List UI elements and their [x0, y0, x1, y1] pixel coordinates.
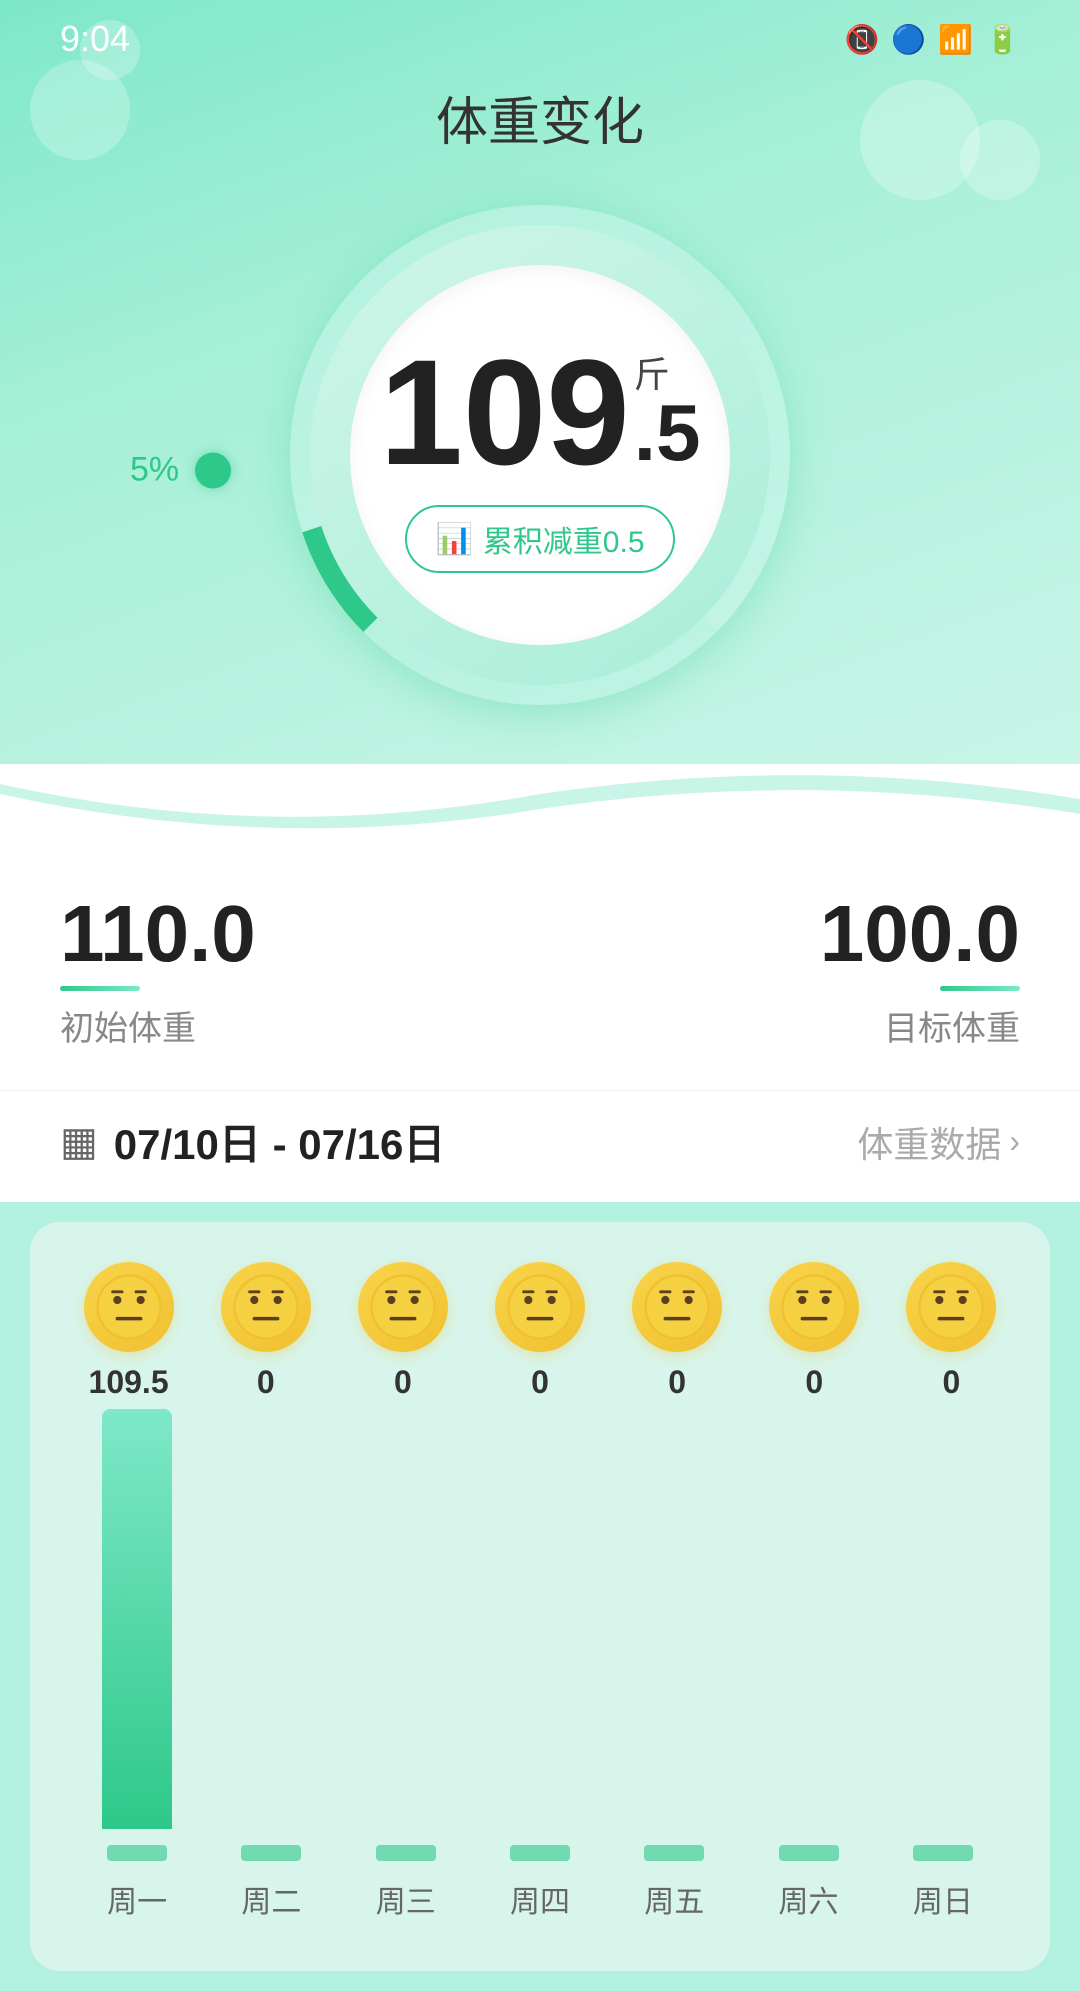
day-column: 0: [883, 1262, 1020, 1401]
day-column: 0: [197, 1262, 334, 1401]
emoji-face: [632, 1262, 722, 1352]
percentage-text: 5%: [130, 451, 179, 490]
day-label: 周五: [644, 1877, 704, 1921]
emoji-face: [221, 1262, 311, 1352]
initial-weight-value: 110.0: [60, 894, 256, 974]
target-underline: [940, 986, 1020, 991]
emoji-face: [84, 1262, 174, 1352]
emoji-face: [906, 1262, 996, 1352]
weight-decimal: .5: [634, 393, 701, 473]
bar-wrapper: [102, 1409, 172, 1829]
gauge-outer-ring: 109 斤 .5 📊 累积减重0.5: [290, 205, 790, 705]
bar-column: 周四: [473, 1409, 607, 1921]
weight-display: 109 斤 .5: [380, 337, 701, 487]
weight-integer: 109: [380, 337, 630, 487]
initial-weight-label: 初始体重: [60, 1001, 256, 1050]
bar-tick: [376, 1845, 436, 1861]
accumulate-badge[interactable]: 📊 累积减重0.5: [405, 505, 674, 573]
bar: [102, 1409, 172, 1829]
emoji-face: [358, 1262, 448, 1352]
weight-gauge: 5% 109 斤 .5 📊 累积减重0.5: [0, 175, 1080, 765]
wave-divider: [0, 764, 1080, 844]
day-label: 周三: [376, 1877, 436, 1921]
chevron-right-icon: ›: [1009, 1123, 1020, 1160]
accumulate-text: 累积减重0.5: [483, 517, 645, 561]
day-label: 周一: [107, 1877, 167, 1921]
day-column: 0: [334, 1262, 471, 1401]
bar-column: 周一: [70, 1409, 204, 1921]
day-value: 0: [257, 1364, 275, 1401]
chart-days-row: 109.5 0 0 0: [60, 1262, 1020, 1401]
stats-section: 110.0 初始体重 100.0 目标体重: [0, 844, 1080, 1090]
calendar-icon: ▦: [60, 1119, 98, 1165]
weight-data-label: 体重数据: [857, 1116, 1001, 1168]
day-label: 周六: [779, 1877, 839, 1921]
bar-column: 周五: [607, 1409, 741, 1921]
bar-column: 周二: [204, 1409, 338, 1921]
weight-unit-group: 斤 .5: [634, 357, 701, 473]
day-value: 0: [531, 1364, 549, 1401]
date-range-text: 07/10日 - 07/16日: [114, 1111, 446, 1172]
bar-column: 周三: [339, 1409, 473, 1921]
day-value: 0: [943, 1364, 961, 1401]
target-weight-value: 100.0: [820, 894, 1020, 974]
day-value: 0: [805, 1364, 823, 1401]
bar-tick: [510, 1845, 570, 1861]
day-column: 0: [471, 1262, 608, 1401]
day-value: 109.5: [89, 1364, 169, 1401]
bar-column: 周六: [741, 1409, 875, 1921]
bar-chart: 周一 周二 周三 周四 周五 周六 周日: [60, 1421, 1020, 1921]
bar-tick: [644, 1845, 704, 1861]
gauge-inner-circle: 109 斤 .5 📊 累积减重0.5: [350, 265, 730, 645]
date-left: ▦ 07/10日 - 07/16日: [60, 1111, 445, 1172]
bar-tick: [779, 1845, 839, 1861]
day-column: 0: [746, 1262, 883, 1401]
target-weight-label: 目标体重: [820, 1001, 1020, 1050]
bar-column: 周日: [876, 1409, 1010, 1921]
emoji-face: [495, 1262, 585, 1352]
gauge-middle-ring: 109 斤 .5 📊 累积减重0.5: [310, 225, 770, 685]
percentage-indicator: 5%: [130, 451, 231, 490]
bar-tick: [241, 1845, 301, 1861]
status-icons: 📵 🔵 📶 🔋: [845, 23, 1021, 56]
day-value: 0: [394, 1364, 412, 1401]
percent-dot: [195, 452, 231, 488]
emoji-face: [769, 1262, 859, 1352]
decorative-bubble: [80, 20, 140, 80]
day-column: 109.5: [60, 1262, 197, 1401]
target-weight-stat: 100.0 目标体重: [820, 894, 1020, 1050]
weight-data-link[interactable]: 体重数据 ›: [857, 1116, 1020, 1168]
day-label: 周四: [510, 1877, 570, 1921]
day-column: 0: [609, 1262, 746, 1401]
initial-weight-stat: 110.0 初始体重: [60, 894, 256, 1050]
bar-tick: [913, 1845, 973, 1861]
day-label: 周二: [241, 1877, 301, 1921]
day-label: 周日: [913, 1877, 973, 1921]
status-bar: 9:04 📵 🔵 📶 🔋: [0, 0, 1080, 70]
date-range-section: ▦ 07/10日 - 07/16日 体重数据 ›: [0, 1090, 1080, 1202]
bar-tick: [107, 1845, 167, 1861]
day-value: 0: [668, 1364, 686, 1401]
accumulate-icon: 📊: [435, 522, 472, 557]
initial-underline: [60, 986, 140, 991]
chart-section: 109.5 0 0 0: [30, 1222, 1050, 1971]
